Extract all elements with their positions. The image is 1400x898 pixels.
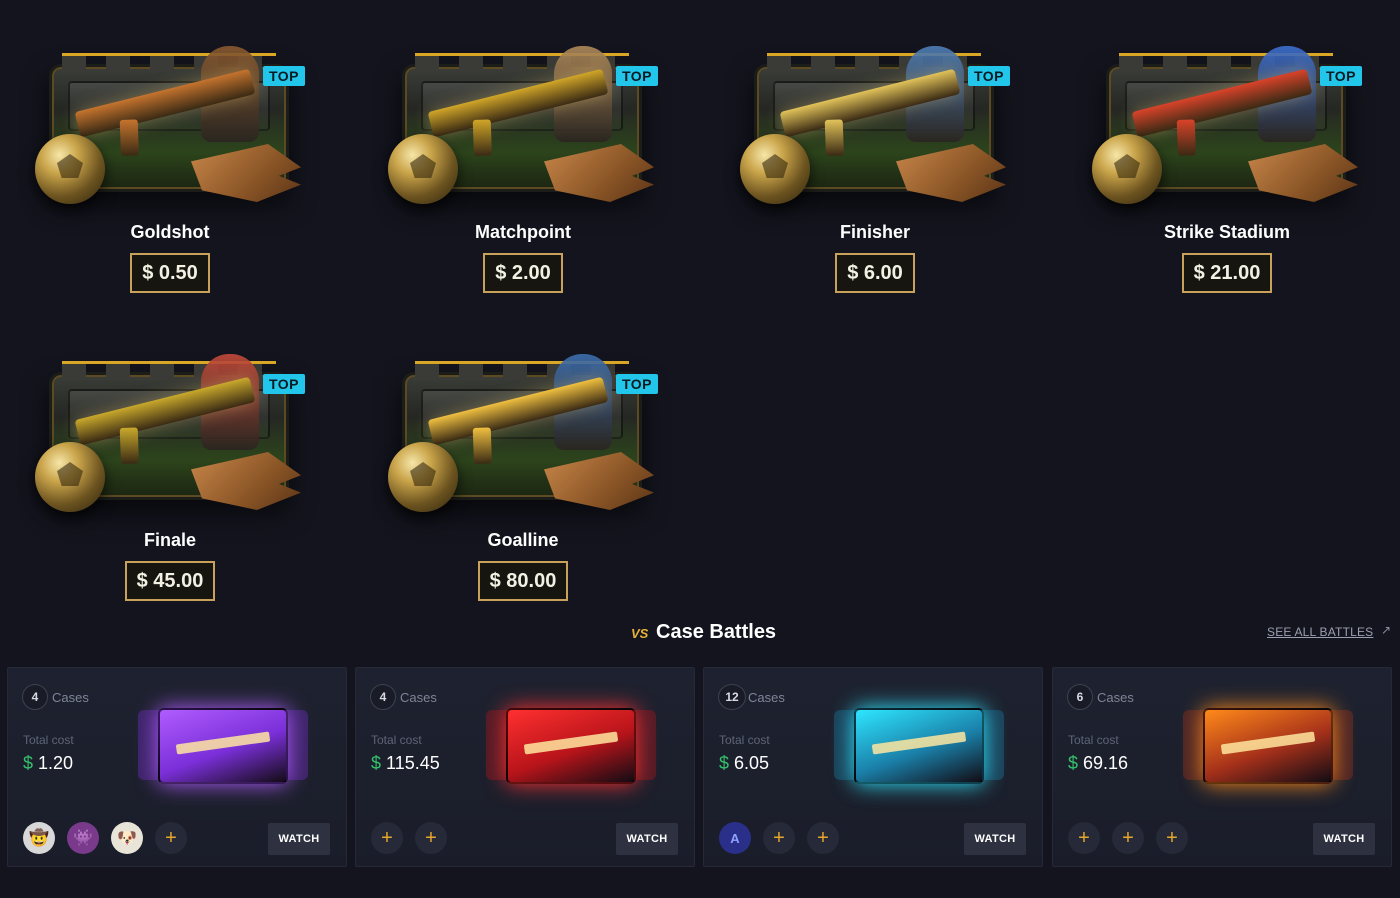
gold-ball-icon	[388, 134, 458, 204]
section-title: Case Battles	[656, 621, 777, 643]
battle-case-image	[138, 696, 308, 796]
join-slot-plus-icon[interactable]: +	[371, 822, 403, 854]
gold-ball-icon	[35, 134, 105, 204]
case-image: TOP	[1092, 28, 1362, 208]
case-card-goldshot[interactable]: TOP Goldshot $ 0.50	[20, 8, 320, 308]
case-image: TOP	[35, 28, 305, 208]
total-cost-value: $69.16	[1068, 753, 1129, 773]
dog-avatar: 🐶	[111, 822, 143, 854]
top-badge: TOP	[262, 374, 305, 394]
battle-case-image	[1183, 696, 1353, 796]
external-arrow-icon[interactable]: ↗	[1381, 623, 1391, 637]
join-slot-plus-icon[interactable]: +	[155, 822, 187, 854]
watch-button[interactable]: WATCH	[1313, 823, 1375, 855]
case-card-strike-stadium[interactable]: TOP Strike Stadium $ 21.00	[1077, 8, 1377, 308]
watch-button[interactable]: WATCH	[268, 823, 330, 855]
gold-ball-icon	[35, 442, 105, 512]
cases-label: Cases	[748, 690, 785, 705]
total-cost-value: $6.05	[719, 753, 770, 773]
case-price-button[interactable]: $ 45.00	[124, 561, 216, 601]
case-card-goalline[interactable]: TOP Goalline $ 80.00	[373, 316, 673, 616]
total-cost-label: Total cost	[719, 733, 770, 747]
case-card-matchpoint[interactable]: TOP Matchpoint $ 2.00	[373, 8, 673, 308]
cases-label: Cases	[400, 690, 437, 705]
total-cost-value: $115.45	[371, 753, 440, 773]
battle-players: A + +	[719, 822, 839, 854]
case-image: TOP	[388, 28, 658, 208]
battle-players: + + +	[1068, 822, 1188, 854]
see-all-battles-link[interactable]: SEE ALL BATTLES	[1267, 625, 1373, 639]
battles-header: VS Case Battles SEE ALL BATTLES ↗	[0, 612, 1400, 652]
join-slot-plus-icon[interactable]: +	[415, 822, 447, 854]
cases-label: Cases	[1097, 690, 1134, 705]
watch-button[interactable]: WATCH	[964, 823, 1026, 855]
join-slot-plus-icon[interactable]: +	[1068, 822, 1100, 854]
top-badge: TOP	[262, 66, 305, 86]
watch-button[interactable]: WATCH	[616, 823, 678, 855]
battle-card[interactable]: 4 Cases Total cost $1.20 🤠 👾 🐶 + WATCH	[7, 667, 347, 867]
arakoz-avatar: A	[719, 822, 751, 854]
battle-card[interactable]: 4 Cases Total cost $115.45 + + WATCH	[355, 667, 695, 867]
top-badge: TOP	[615, 374, 658, 394]
battle-players: + +	[371, 822, 447, 854]
case-price-button[interactable]: $ 6.00	[835, 253, 915, 293]
case-price-button[interactable]: $ 21.00	[1181, 253, 1273, 293]
case-name: Goldshot	[130, 222, 210, 242]
battle-case-image	[834, 696, 1004, 796]
case-name: Finale	[143, 530, 196, 550]
join-slot-plus-icon[interactable]: +	[763, 822, 795, 854]
case-card-finale[interactable]: TOP Finale $ 45.00	[20, 316, 320, 616]
case-card-finisher[interactable]: TOP Finisher $ 6.00	[725, 8, 1025, 308]
case-image: TOP	[740, 28, 1010, 208]
case-price-button[interactable]: $ 2.00	[483, 253, 563, 293]
cases-count-badge: 4	[22, 684, 48, 710]
total-cost-label: Total cost	[1068, 733, 1119, 747]
gold-ball-icon	[1092, 134, 1162, 204]
case-name: Strike Stadium	[1163, 222, 1291, 242]
cases-label: Cases	[52, 690, 89, 705]
top-badge: TOP	[967, 66, 1010, 86]
total-cost-label: Total cost	[371, 733, 422, 747]
battle-card[interactable]: 12 Cases Total cost $6.05 A + + WATCH	[703, 667, 1043, 867]
gold-ball-icon	[740, 134, 810, 204]
battle-players: 🤠 👾 🐶 +	[23, 822, 187, 854]
cases-count-badge: 4	[370, 684, 396, 710]
join-slot-plus-icon[interactable]: +	[807, 822, 839, 854]
cowboy-avatar: 🤠	[23, 822, 55, 854]
creature-avatar: 👾	[67, 822, 99, 854]
total-cost-value: $1.20	[23, 753, 74, 773]
gold-ball-icon	[388, 442, 458, 512]
case-price-button[interactable]: $ 80.00	[477, 561, 569, 601]
cases-count-badge: 6	[1067, 684, 1093, 710]
vs-icon: VS	[631, 626, 649, 641]
case-image: TOP	[388, 336, 658, 516]
join-slot-plus-icon[interactable]: +	[1156, 822, 1188, 854]
case-name: Finisher	[839, 222, 910, 242]
case-name: Goalline	[487, 530, 559, 550]
total-cost-label: Total cost	[23, 733, 74, 747]
case-image: TOP	[35, 336, 305, 516]
cases-count-badge: 12	[718, 684, 746, 710]
case-name: Matchpoint	[475, 222, 571, 242]
battle-case-image	[486, 696, 656, 796]
top-badge: TOP	[615, 66, 658, 86]
top-badge: TOP	[1319, 66, 1362, 86]
battle-card[interactable]: 6 Cases Total cost $69.16 + + + WATCH	[1052, 667, 1392, 867]
case-grid: TOP Goldshot $ 0.50 TOP Matchpoint $ 2.0…	[0, 0, 1400, 610]
join-slot-plus-icon[interactable]: +	[1112, 822, 1144, 854]
case-price-button[interactable]: $ 0.50	[130, 253, 210, 293]
